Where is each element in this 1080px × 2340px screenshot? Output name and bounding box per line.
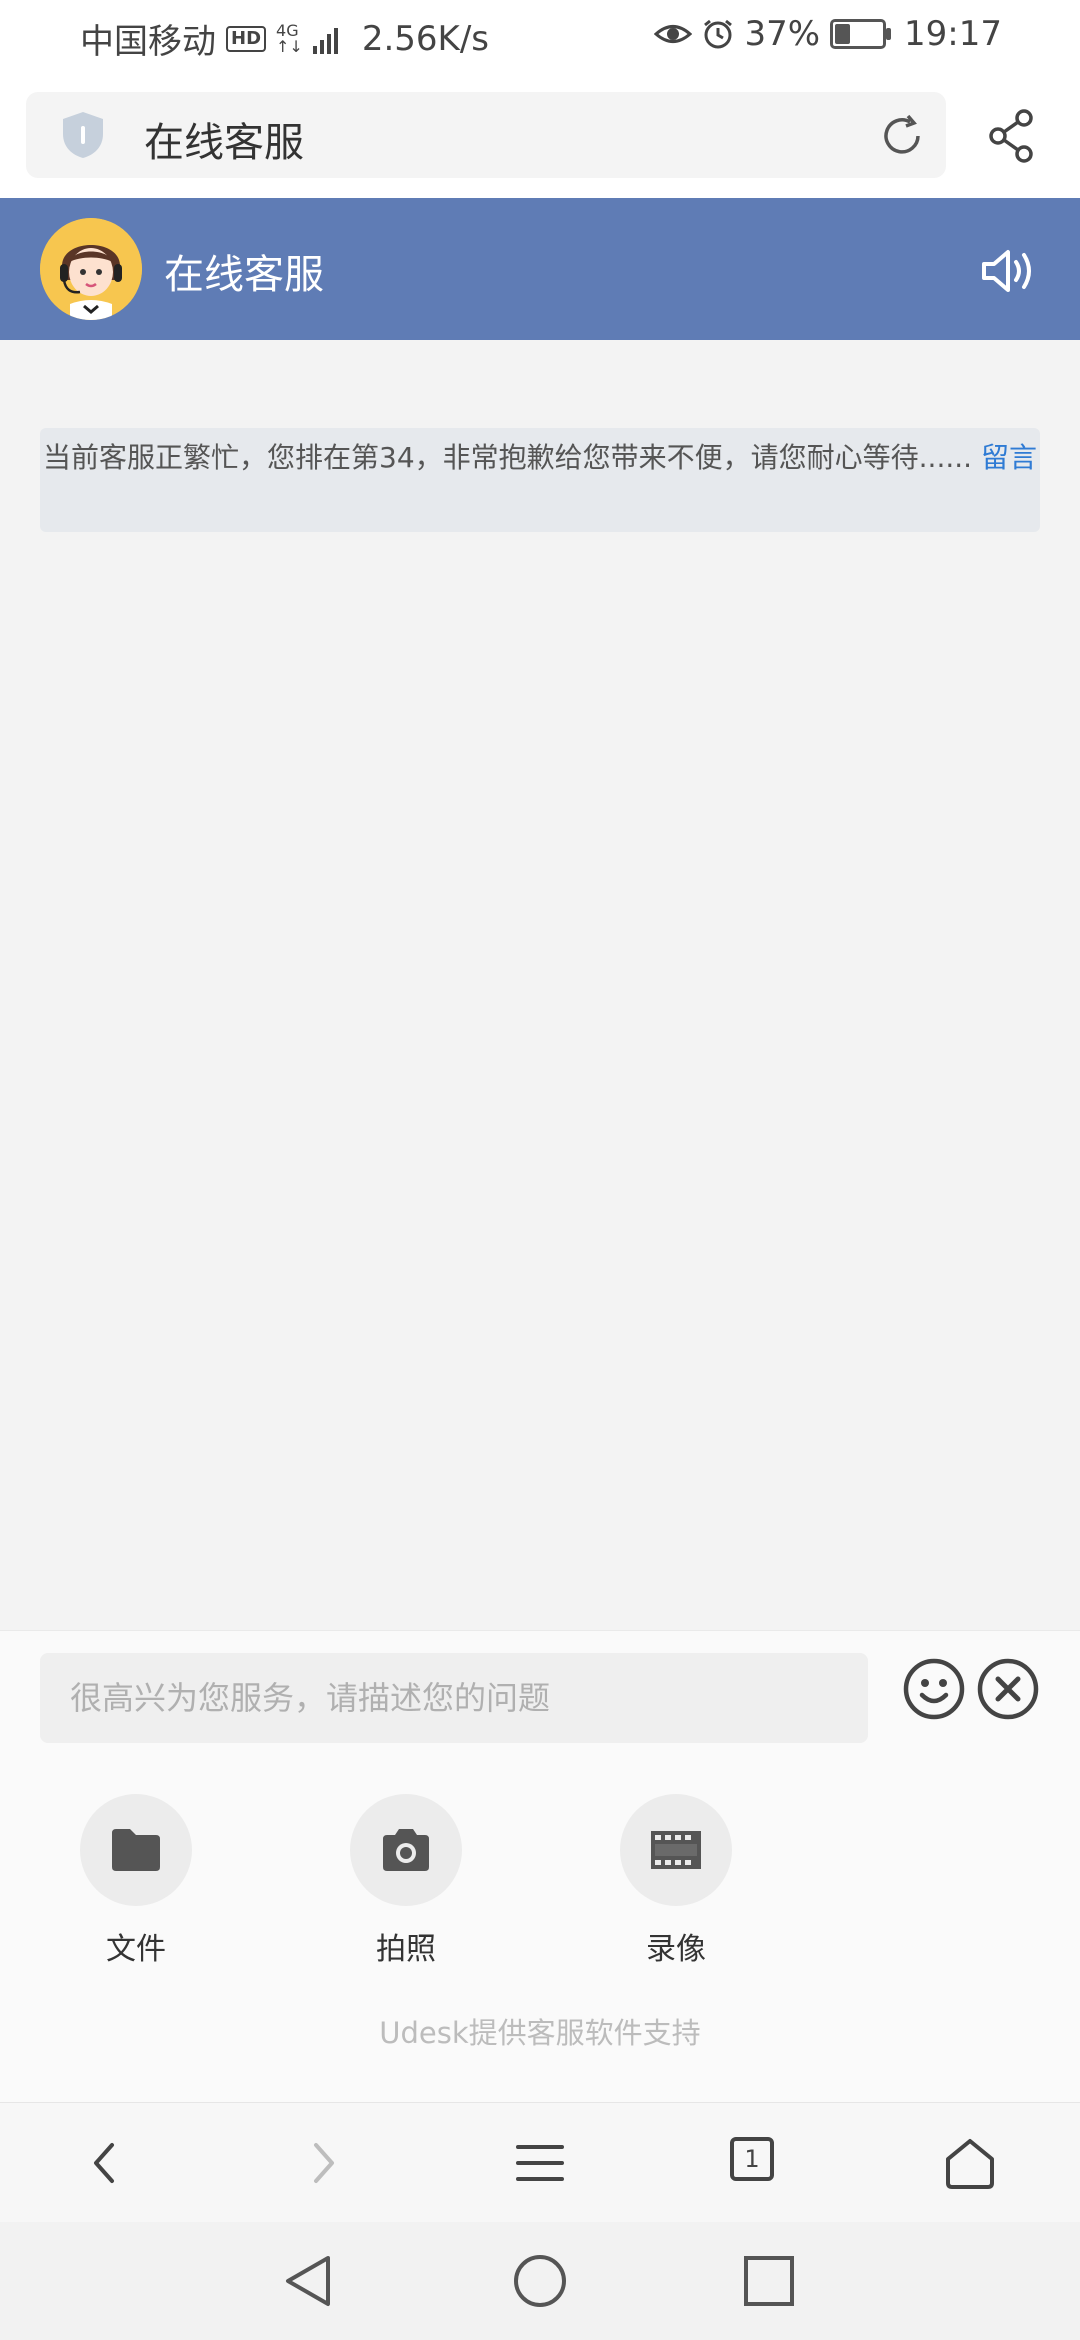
home-icon[interactable] — [940, 2133, 1000, 2193]
chat-header: 在线客服 — [0, 198, 1080, 340]
network-arrows: ↑↓ — [276, 36, 303, 56]
tool-file-label: 文件 — [106, 1932, 166, 1967]
close-icon[interactable] — [976, 1657, 1040, 1721]
film-icon — [651, 1831, 701, 1869]
camera-icon — [383, 1829, 429, 1871]
eye-icon — [654, 25, 693, 43]
tab-count: 1 — [730, 2137, 774, 2181]
tool-file-button[interactable] — [80, 1794, 192, 1906]
status-bar-left: 中国移动 HD 4G ↑↓ 2.56K/s — [80, 14, 489, 63]
browser-toolbar: 在线客服 — [0, 72, 1080, 198]
folder-icon — [112, 1829, 160, 1871]
alarm-icon — [704, 19, 733, 49]
share-icon[interactable] — [984, 108, 1040, 164]
carrier-name: 中国移动 — [80, 22, 216, 62]
attachment-tools: 文件 拍照 录像 Udesk提供客服软件支持 — [0, 1764, 1080, 2102]
system-home-icon[interactable] — [511, 2252, 569, 2310]
agent-avatar-icon — [40, 218, 142, 320]
network-speed: 2.56K/s — [361, 18, 489, 59]
tool-video-button[interactable] — [620, 1794, 732, 1906]
agent-avatar — [40, 218, 142, 320]
powered-by: Udesk提供客服软件支持 — [379, 2016, 701, 2050]
tool-video-label: 录像 — [646, 1932, 706, 1967]
queue-notice: 当前客服正繁忙，您排在第34，非常抱歉给您带来不便，请您耐心等待...... 留… — [40, 428, 1040, 532]
message-input[interactable] — [40, 1653, 868, 1743]
address-bar[interactable]: 在线客服 — [26, 92, 946, 178]
tool-photo-button[interactable] — [350, 1794, 462, 1906]
system-recents-icon[interactable] — [740, 2252, 798, 2310]
battery-percent: 37% — [744, 14, 821, 54]
tool-video[interactable]: 录像 — [606, 1794, 746, 1968]
network-type: 4G ↑↓ — [276, 22, 303, 56]
address-text[interactable]: 在线客服 — [144, 110, 304, 168]
tabs-button[interactable]: 1 — [726, 2133, 786, 2193]
queue-notice-text: 当前客服正繁忙，您排在第34，非常抱歉给您带来不便，请您耐心等待...... — [43, 441, 973, 474]
refresh-icon[interactable] — [878, 112, 926, 160]
signal-icon — [312, 24, 338, 54]
system-back-icon[interactable] — [280, 2252, 338, 2310]
menu-icon[interactable] — [510, 2133, 570, 2193]
message-input-area — [0, 1630, 1080, 1765]
status-bar: 中国移动 HD 4G ↑↓ 2.56K/s 37% 19:17 — [0, 0, 1080, 72]
forward-icon[interactable] — [292, 2133, 352, 2193]
speaker-icon[interactable] — [980, 246, 1040, 296]
tool-photo-label: 拍照 — [376, 1932, 436, 1967]
status-bar-right: 37% 19:17 — [654, 14, 1002, 54]
emoji-icon[interactable] — [902, 1657, 966, 1721]
tool-photo[interactable]: 拍照 — [336, 1794, 476, 1968]
shield-icon[interactable] — [60, 110, 106, 160]
browser-nav-bar: 1 — [0, 2102, 1080, 2223]
system-nav-bar — [0, 2222, 1080, 2340]
hd-badge: HD — [226, 25, 267, 52]
chat-title: 在线客服 — [164, 252, 324, 298]
leave-message-link[interactable]: 留言 — [981, 441, 1037, 474]
tool-file[interactable]: 文件 — [66, 1794, 206, 1968]
clock: 19:17 — [904, 14, 1002, 54]
battery-icon — [830, 19, 892, 49]
back-icon[interactable] — [76, 2133, 136, 2193]
